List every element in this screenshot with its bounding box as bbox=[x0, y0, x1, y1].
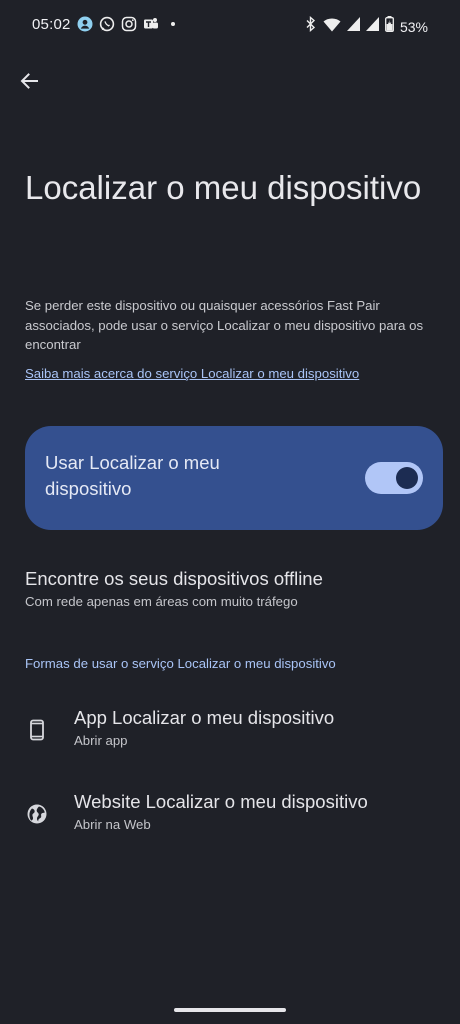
battery-percentage: 53% bbox=[399, 18, 428, 35]
list-item-app[interactable]: App Localizar o meu dispositivo Abrir ap… bbox=[0, 705, 460, 775]
home-indicator[interactable] bbox=[174, 1008, 286, 1012]
whatsapp-icon bbox=[99, 16, 115, 32]
find-my-device-switch[interactable] bbox=[365, 462, 423, 494]
list-item-subtitle: Abrir app bbox=[74, 733, 128, 748]
phone-icon bbox=[26, 719, 48, 741]
notification-icons bbox=[77, 16, 181, 32]
list-item-title: Website Localizar o meu dispositivo bbox=[74, 791, 368, 812]
system-status: 53% bbox=[305, 15, 428, 37]
signal-icon-2 bbox=[365, 17, 379, 36]
status-bar: 05:02 53% bbox=[0, 0, 460, 52]
back-button[interactable] bbox=[14, 66, 44, 96]
offline-devices-item[interactable]: Encontre os seus dispositivos offline Co… bbox=[25, 566, 445, 612]
page-title: Localizar o meu dispositivo bbox=[25, 169, 422, 206]
teams-icon bbox=[143, 16, 159, 32]
switch-thumb bbox=[396, 467, 418, 489]
globe-icon bbox=[26, 803, 48, 825]
contact-icon bbox=[77, 16, 93, 32]
instagram-icon bbox=[121, 16, 137, 32]
ways-section-header: Formas de usar o serviço Localizar o meu… bbox=[25, 656, 336, 671]
offline-devices-subtitle: Com rede apenas em áreas com muito tráfe… bbox=[25, 594, 298, 609]
signal-icon bbox=[346, 17, 360, 36]
toggle-label: Usar Localizar o meu dispositivo bbox=[45, 452, 220, 499]
offline-devices-title: Encontre os seus dispositivos offline bbox=[25, 568, 323, 589]
use-find-my-device-toggle-card[interactable]: Usar Localizar o meu dispositivo bbox=[25, 426, 443, 530]
bluetooth-icon bbox=[305, 15, 317, 37]
list-item-website[interactable]: Website Localizar o meu dispositivo Abri… bbox=[0, 789, 460, 859]
arrow-back-icon bbox=[20, 73, 38, 89]
list-item-subtitle: Abrir na Web bbox=[74, 817, 151, 832]
wifi-icon bbox=[323, 17, 341, 37]
status-time: 05:02 bbox=[32, 16, 71, 33]
dot-icon bbox=[165, 16, 181, 32]
learn-more-link[interactable]: Saiba mais acerca do serviço Localizar o… bbox=[25, 366, 359, 381]
list-item-title: App Localizar o meu dispositivo bbox=[74, 707, 335, 728]
description: Se perder este dispositivo ou quaisquer … bbox=[25, 298, 424, 352]
battery-charging-icon bbox=[385, 16, 394, 37]
